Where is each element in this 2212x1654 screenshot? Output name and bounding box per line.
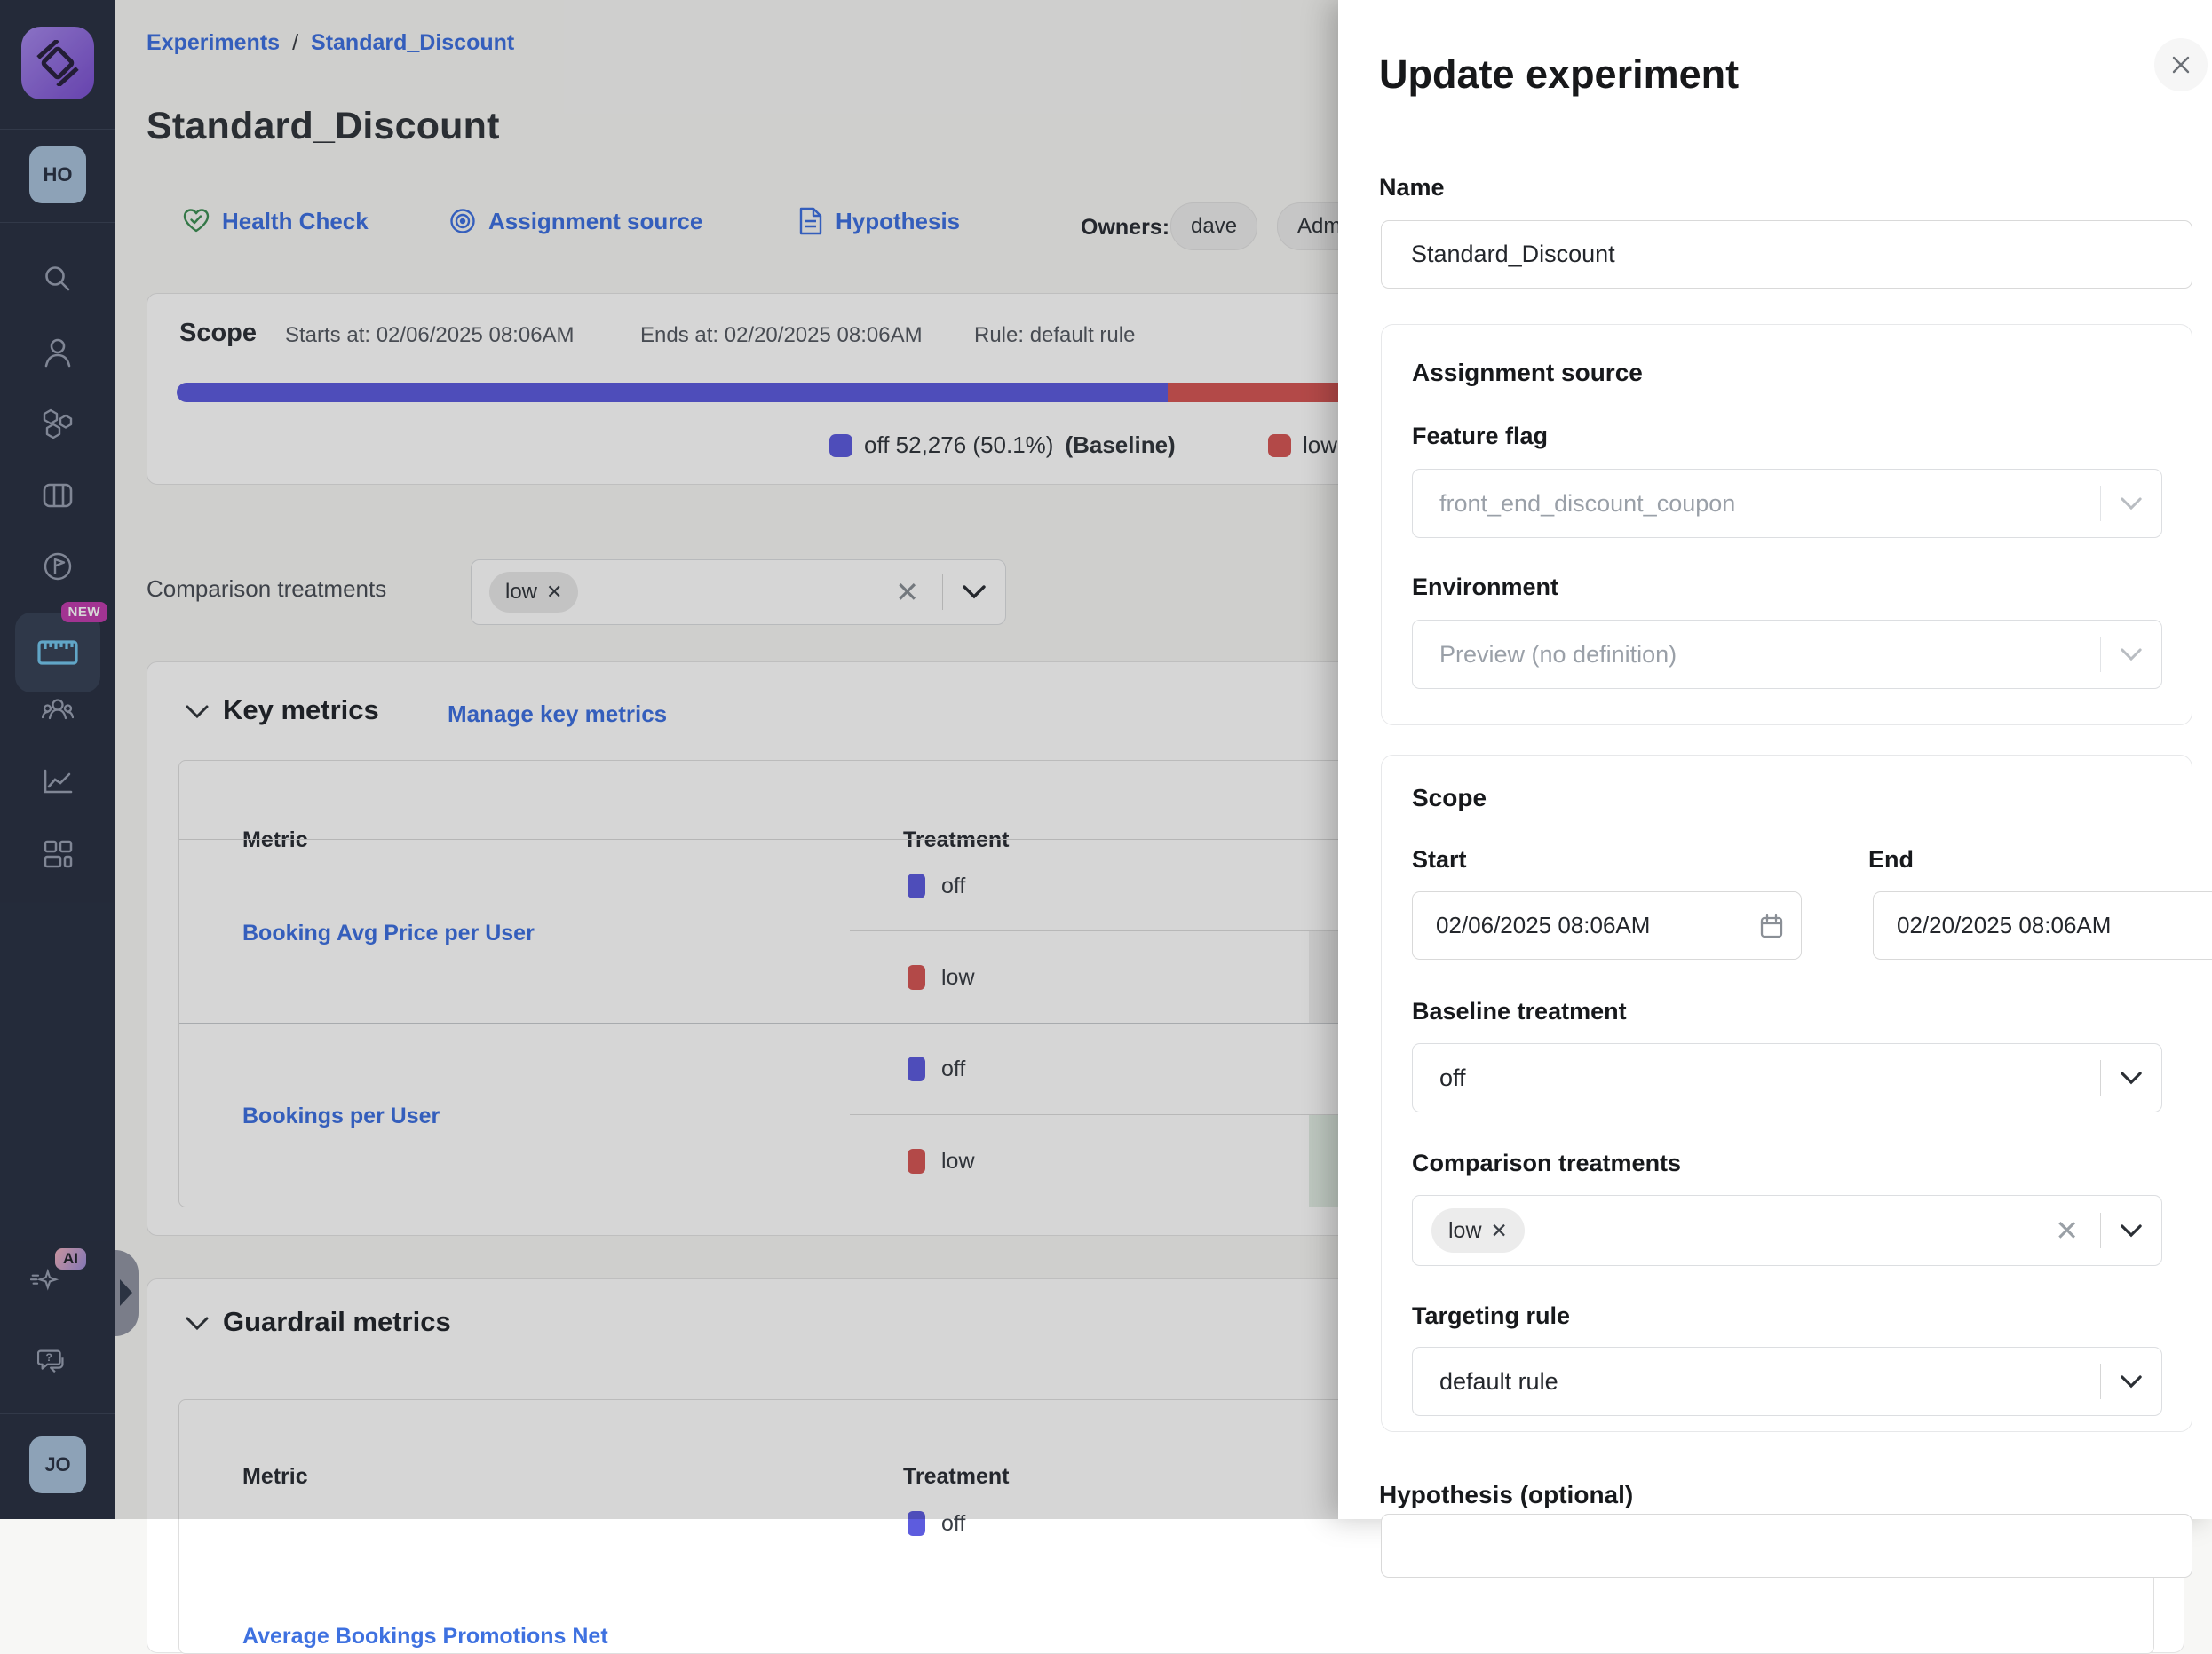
name-input[interactable]: Standard_Discount <box>1381 220 2192 289</box>
chevron-down-icon <box>2121 1375 2142 1389</box>
scope-form-card: Scope Start End 02/06/2025 08:06AM 02/20… <box>1381 755 2192 1432</box>
end-label: End <box>1868 846 1914 874</box>
start-date-value: 02/06/2025 08:06AM <box>1413 912 1650 939</box>
modal-dim-overlay[interactable] <box>0 0 1338 1519</box>
hypothesis-input[interactable] <box>1381 1514 2192 1578</box>
divider <box>2100 1213 2101 1248</box>
end-date-input[interactable]: 02/20/2025 08:06AM <box>1873 891 2212 960</box>
update-experiment-panel: Update experiment Name Standard_Discount… <box>1338 0 2212 1519</box>
divider <box>2100 1060 2101 1096</box>
treatment-chip-low[interactable]: low ✕ <box>1431 1208 1525 1253</box>
feature-flag-value: front_end_discount_coupon <box>1413 490 2100 518</box>
comparison-treatments-label: Comparison treatments <box>1412 1150 1681 1177</box>
close-icon <box>2170 54 2192 75</box>
targeting-rule-label: Targeting rule <box>1412 1302 1570 1330</box>
hypothesis-optional-label: Hypothesis (optional) <box>1379 1481 1633 1509</box>
divider <box>2100 637 2101 672</box>
baseline-treatment-label: Baseline treatment <box>1412 998 1627 1025</box>
start-date-input[interactable]: 02/06/2025 08:06AM <box>1412 891 1802 960</box>
chevron-down-icon <box>2121 1224 2142 1238</box>
feature-flag-select[interactable]: front_end_discount_coupon <box>1412 469 2162 538</box>
targeting-rule-value: default rule <box>1413 1368 2100 1396</box>
panel-title: Update experiment <box>1379 51 1739 98</box>
divider <box>2100 1364 2101 1399</box>
assignment-source-title: Assignment source <box>1412 359 1643 387</box>
clear-selection-icon[interactable]: ✕ <box>2055 1214 2079 1247</box>
scope-form-title: Scope <box>1412 784 1487 812</box>
environment-value: Preview (no definition) <box>1413 641 2100 669</box>
baseline-treatment-value: off <box>1413 1064 2100 1092</box>
close-panel-button[interactable] <box>2154 38 2208 91</box>
comparison-treatments-select[interactable]: low ✕ ✕ <box>1412 1195 2162 1266</box>
name-label: Name <box>1379 174 1445 202</box>
end-date-value: 02/20/2025 08:06AM <box>1874 912 2111 939</box>
chevron-down-icon <box>2121 1072 2142 1085</box>
chip-remove-icon[interactable]: ✕ <box>1491 1219 1508 1243</box>
divider <box>2100 486 2101 521</box>
start-label: Start <box>1412 846 1467 874</box>
chevron-down-icon <box>2121 497 2142 510</box>
metric-link[interactable]: Average Bookings Promotions Net <box>242 1624 608 1650</box>
targeting-rule-select[interactable]: default rule <box>1412 1347 2162 1416</box>
calendar-icon[interactable] <box>1760 914 1783 938</box>
environment-label: Environment <box>1412 574 1558 601</box>
chip-label: low <box>1448 1218 1482 1244</box>
assignment-source-card: Assignment source Feature flag front_end… <box>1381 324 2192 725</box>
environment-select[interactable]: Preview (no definition) <box>1412 620 2162 689</box>
chevron-down-icon <box>2121 648 2142 661</box>
name-value: Standard_Discount <box>1382 241 2192 268</box>
feature-flag-label: Feature flag <box>1412 423 1548 450</box>
baseline-treatment-select[interactable]: off <box>1412 1043 2162 1112</box>
